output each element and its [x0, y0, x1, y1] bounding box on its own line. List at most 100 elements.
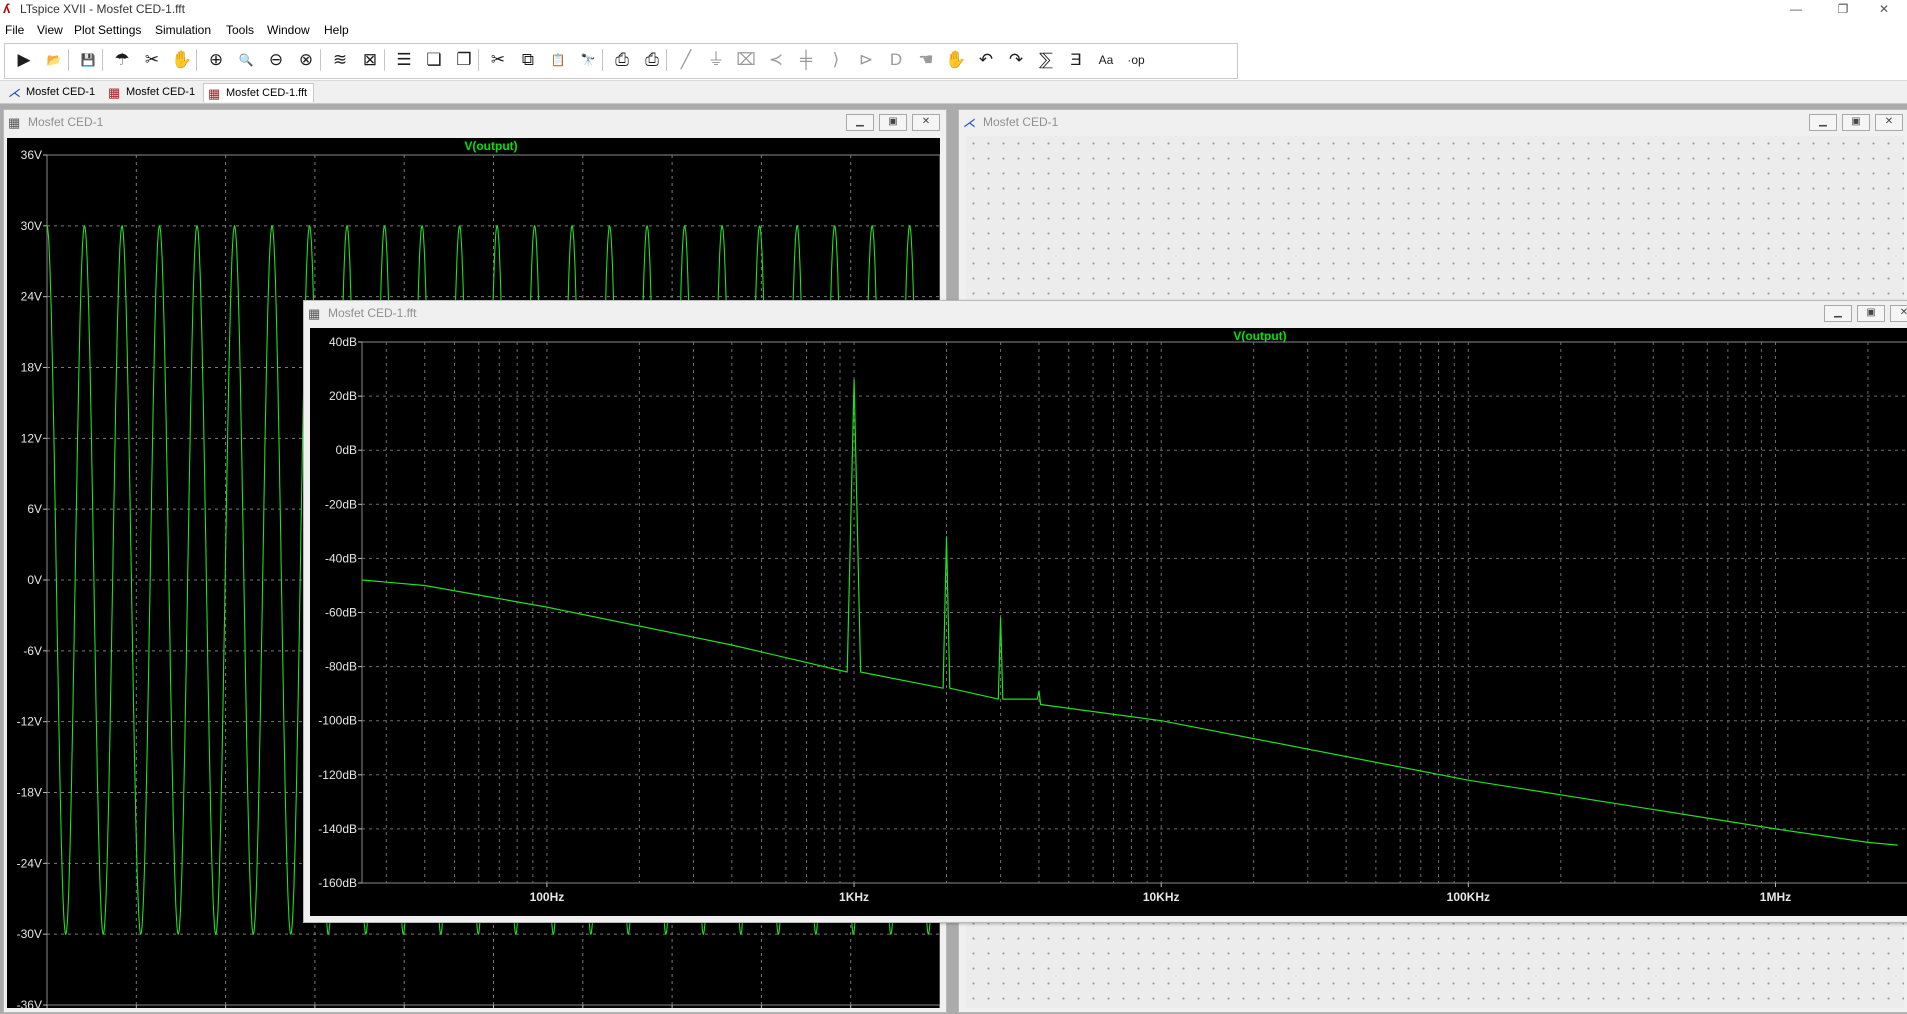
- mirror-icon[interactable]: Ǝ: [1064, 48, 1088, 72]
- save-icon[interactable]: 💾: [76, 48, 100, 72]
- menu-bar: File View Plot Settings Simulation Tools…: [0, 19, 1907, 41]
- undo-icon[interactable]: ↶: [974, 48, 998, 72]
- zoom-out-icon[interactable]: ⊖: [264, 48, 288, 72]
- drag-icon[interactable]: ✋: [944, 48, 968, 72]
- restore-button[interactable]: ❐: [1820, 0, 1866, 19]
- zoom-cancel-icon[interactable]: ⊗: [294, 48, 318, 72]
- fft-chart: 40dB 20dB 0dB -20dB -40dB -60dB -80dB -100dB -12…: [318, 335, 1907, 904]
- tab-fft[interactable]: ▦ Mosfet CED-1.fft: [203, 83, 315, 102]
- spice-directive-icon[interactable]: ·op: [1124, 48, 1148, 72]
- close-button[interactable]: ✕: [1890, 305, 1907, 322]
- menu-window[interactable]: Window: [267, 23, 310, 37]
- toolbar-separator: [384, 49, 385, 71]
- tab-waveform[interactable]: ▦ Mosfet CED-1: [104, 83, 201, 101]
- pan-icon[interactable]: ✋: [170, 48, 194, 72]
- wire-icon[interactable]: ╱: [674, 48, 698, 72]
- series-line-v-output: [361, 379, 1898, 846]
- window-caption: ▦ Mosfet CED-1.fft ▁ ▣ ✕: [304, 301, 1907, 325]
- y-tick-label: 36V: [21, 148, 42, 162]
- y-tick-label: 18V: [21, 361, 42, 375]
- minimize-button[interactable]: ▁: [846, 114, 874, 131]
- y-tick-label: 30V: [21, 219, 42, 233]
- toolbar-separator: [68, 49, 69, 71]
- label-net-icon[interactable]: ⌧: [734, 48, 758, 72]
- cut-icon[interactable]: ✂: [486, 48, 510, 72]
- waveform-icon: ▦: [208, 86, 221, 101]
- minimize-button[interactable]: —: [1773, 0, 1819, 19]
- add-trace-icon[interactable]: ≋: [328, 48, 352, 72]
- maximize-button[interactable]: ▣: [879, 114, 907, 131]
- ground-icon[interactable]: ⏚: [704, 48, 728, 72]
- autorange-icon[interactable]: ✂: [140, 48, 164, 72]
- paste-icon[interactable]: 📋: [546, 48, 570, 72]
- zoom-box-icon[interactable]: 🔍: [234, 48, 258, 72]
- menu-view[interactable]: View: [37, 23, 63, 37]
- tab-label: Mosfet CED-1: [126, 86, 196, 98]
- y-tick-label: -6V: [23, 644, 42, 658]
- y-tick-label: 20dB: [329, 389, 357, 403]
- y-tick-label: -80dB: [325, 660, 357, 674]
- waveform-icon: ▦: [8, 115, 21, 130]
- y-tick-label: -120dB: [318, 768, 357, 782]
- resistor-icon[interactable]: ≺: [764, 48, 788, 72]
- close-button[interactable]: ✕: [1861, 0, 1907, 19]
- tile-vertical-icon[interactable]: ❐: [452, 48, 476, 72]
- maximize-button[interactable]: ▣: [1842, 114, 1870, 131]
- menu-tools[interactable]: Tools: [226, 23, 254, 37]
- minimize-button[interactable]: ▁: [1809, 114, 1837, 131]
- zoom-in-icon[interactable]: ⊕: [204, 48, 228, 72]
- window-caption: ▦ Mosfet CED-1 ▁ ▣ ✕: [4, 110, 946, 134]
- fft-plot-area[interactable]: V(output) 40dB 20dB 0dB -20dB -40dB -60dB -80d…: [310, 328, 1907, 916]
- y-tick-label: -18V: [17, 786, 42, 800]
- tile-horizontal-icon[interactable]: ☰: [392, 48, 416, 72]
- window-caption-title: Mosfet CED-1.fft: [328, 306, 417, 320]
- schematic-icon: ⋌: [8, 85, 21, 100]
- ltspice-logo-icon: ʎ: [3, 1, 11, 16]
- diode-icon[interactable]: ⊳: [854, 48, 878, 72]
- tab-schematic[interactable]: ⋌ Mosfet CED-1: [4, 83, 101, 101]
- control-panel-icon[interactable]: ☂: [110, 48, 134, 72]
- x-tick-label: 1MHz: [1760, 890, 1791, 904]
- window-caption-title: Mosfet CED-1: [28, 115, 104, 129]
- maximize-button[interactable]: ▣: [1857, 305, 1885, 322]
- menu-file[interactable]: File: [5, 23, 24, 37]
- toolbar-separator: [102, 49, 103, 71]
- close-button[interactable]: ✕: [1875, 114, 1903, 131]
- y-tick-label: 6V: [27, 502, 42, 516]
- fft-plot-window: ▦ Mosfet CED-1.fft ▁ ▣ ✕ V(output) 40dB 2…: [303, 300, 1907, 923]
- menu-plot-settings[interactable]: Plot Settings: [74, 23, 141, 37]
- close-button[interactable]: ✕: [912, 114, 940, 131]
- window-caption-title: Mosfet CED-1: [983, 115, 1059, 129]
- y-tick-label: 0V: [27, 573, 42, 587]
- print-icon[interactable]: ⎙: [610, 48, 634, 72]
- rotate-icon[interactable]: ⅀: [1034, 48, 1058, 72]
- move-icon[interactable]: ☚: [914, 48, 938, 72]
- redo-icon[interactable]: ↷: [1004, 48, 1028, 72]
- inductor-icon[interactable]: ⟩: [824, 48, 848, 72]
- delete-trace-icon[interactable]: ⊠: [358, 48, 382, 72]
- component-icon[interactable]: D: [884, 48, 908, 72]
- window-title: LTspice XVII - Mosfet CED-1.fft: [20, 2, 185, 16]
- x-tick-label: 1KHz: [839, 890, 869, 904]
- copy-icon[interactable]: ⧉: [516, 48, 540, 72]
- open-icon[interactable]: 📂: [42, 48, 66, 72]
- y-tick-label: -36V: [17, 998, 42, 1008]
- minimize-button[interactable]: ▁: [1824, 305, 1852, 322]
- toolbar-separator: [602, 49, 603, 71]
- tab-label: Mosfet CED-1: [26, 86, 96, 98]
- tab-label: Mosfet CED-1.fft: [226, 87, 308, 99]
- menu-help[interactable]: Help: [324, 23, 349, 37]
- y-tick-label: -140dB: [318, 822, 357, 836]
- document-tab-bar: ⋌ Mosfet CED-1 ▦ Mosfet CED-1 ▦ Mosfet C…: [0, 81, 1907, 104]
- run-icon[interactable]: ▶: [12, 48, 36, 72]
- menu-simulation[interactable]: Simulation: [155, 23, 211, 37]
- print-preview-icon[interactable]: ⎙: [640, 48, 664, 72]
- text-icon[interactable]: Aa: [1094, 48, 1118, 72]
- window-caption: ⋌ Mosfet CED-1 ▁ ▣ ✕: [959, 110, 1907, 134]
- capacitor-icon[interactable]: ╪: [794, 48, 818, 72]
- cascade-icon[interactable]: ❏: [422, 48, 446, 72]
- y-tick-label: -40dB: [325, 551, 357, 565]
- find-icon[interactable]: 🔭: [576, 48, 600, 72]
- schematic-icon: ⋌: [963, 115, 976, 130]
- toolbar-separator: [196, 49, 197, 71]
